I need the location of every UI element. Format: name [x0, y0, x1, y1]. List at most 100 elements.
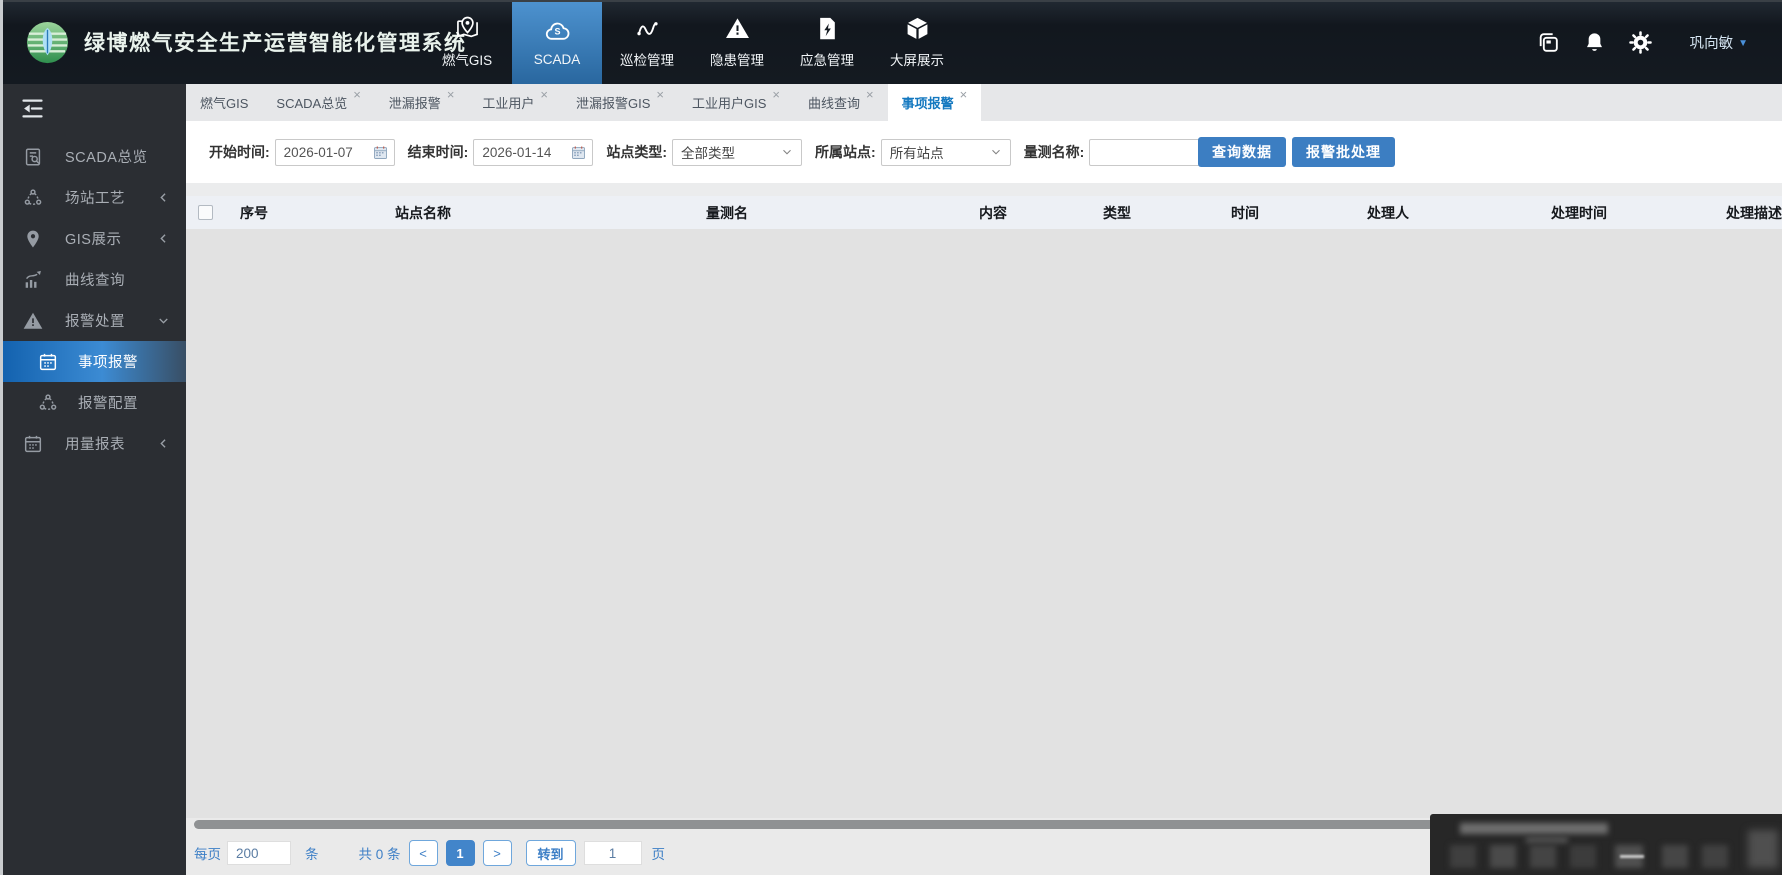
sidebar-item-alarm-handling[interactable]: 报警处置	[0, 300, 186, 341]
main-nav: 燃气GIS S SCADA 巡检管理 隐患管理 应急管理 大屏展示	[422, 0, 962, 84]
redacted-blob	[1748, 830, 1778, 868]
sidebar-item-event-alarm[interactable]: 事项报警	[0, 341, 186, 382]
column-header: 时间	[1231, 204, 1259, 221]
tab-industrial-user-gis[interactable]: 工业用户GIS ×	[678, 84, 794, 121]
station-type-value: 全部类型	[681, 146, 736, 161]
station-label: 所属站点:	[815, 144, 876, 160]
company-logo-icon	[24, 19, 71, 66]
table-header-row: 序号 站点名称 量测名 内容 类型 时间 处理人 处理时间 处理描述	[186, 196, 1782, 229]
sidebar-item-usage-report[interactable]: 用量报表	[0, 423, 186, 464]
app-header: 绿博燃气安全生产运营智能化管理系统 燃气GIS S SCADA 巡检管理 隐患管…	[0, 0, 1782, 84]
chevron-down-icon	[989, 145, 1003, 159]
chart-trend-icon	[22, 269, 44, 291]
filter-bar: 开始时间: 2026-01-07 结束时间: 2026-01-14 站点类型: …	[186, 121, 1782, 183]
station-select[interactable]: 所有站点	[880, 138, 1011, 166]
window-edge-left	[0, 0, 3, 875]
redacted-overlay	[1430, 814, 1782, 875]
doc-bolt-icon	[814, 15, 841, 42]
column-header: 站点名称	[395, 204, 451, 221]
caret-down-icon: ▼	[1738, 37, 1748, 49]
sidebar-menu: SCADA总览 场站工艺 GIS展示 曲线查询 报警处置 事项报警 报警配置 用…	[0, 136, 186, 464]
tab-gas-gis[interactable]: 燃气GIS	[186, 84, 262, 121]
redacted-blob	[1530, 845, 1556, 868]
main-content: 燃气GIS SCADA总览 × 泄漏报警 × 工业用户 × 泄漏报警GIS × …	[186, 84, 1782, 875]
close-icon[interactable]: ×	[353, 87, 361, 102]
per-page-unit: 条	[305, 847, 319, 862]
next-page-button[interactable]: >	[482, 840, 512, 866]
station-value: 所有站点	[889, 146, 944, 161]
column-header: 处理时间	[1551, 204, 1607, 221]
column-header: 处理人	[1367, 204, 1409, 221]
cloud-scada-icon: S	[544, 18, 571, 45]
tab-event-alarm[interactable]: 事项报警 ×	[887, 84, 982, 121]
tab-industrial-user[interactable]: 工业用户 ×	[468, 84, 562, 121]
column-header: 序号	[240, 204, 268, 221]
end-date-value: 2026-01-14	[482, 144, 552, 160]
end-date-input[interactable]: 2026-01-14	[473, 138, 594, 166]
chevron-down-icon	[156, 313, 171, 328]
prev-page-button[interactable]: <	[408, 840, 438, 866]
nav-item-gas-gis[interactable]: 燃气GIS	[422, 0, 512, 84]
calendar-icon[interactable]	[372, 144, 389, 161]
nav-item-hazard[interactable]: 隐患管理	[692, 0, 782, 84]
close-icon[interactable]: ×	[656, 87, 664, 102]
tab-leak-alarm[interactable]: 泄漏报警 ×	[375, 84, 469, 121]
goto-page-input[interactable]	[583, 841, 642, 865]
chevron-left-icon	[156, 436, 171, 451]
pagination: 每页 条 共 0 条 < 1 > 转到 页	[194, 840, 665, 866]
redacted-blob	[1450, 845, 1476, 868]
sidebar-collapse-button[interactable]	[19, 95, 46, 122]
measure-name-input[interactable]	[1089, 138, 1212, 166]
nav-item-big-screen[interactable]: 大屏展示	[872, 0, 962, 84]
bell-icon[interactable]	[1582, 30, 1607, 55]
route-wave-icon	[634, 15, 661, 42]
user-menu[interactable]: 巩向敏 ▼	[1690, 32, 1748, 53]
nav-item-inspection[interactable]: 巡检管理	[602, 0, 692, 84]
close-icon[interactable]: ×	[866, 87, 874, 102]
open-tabs-bar: 燃气GIS SCADA总览 × 泄漏报警 × 工业用户 × 泄漏报警GIS × …	[186, 84, 1782, 121]
redacted-blob	[1570, 845, 1596, 868]
app-title: 绿博燃气安全生产运营智能化管理系统	[84, 32, 467, 55]
sidebar: SCADA总览 场站工艺 GIS展示 曲线查询 报警处置 事项报警 报警配置 用…	[0, 84, 186, 875]
column-header: 处理描述	[1726, 204, 1782, 221]
redacted-blob	[1526, 837, 1568, 843]
header-actions: 巩向敏 ▼	[1536, 0, 1782, 84]
per-page-label: 每页	[194, 847, 221, 862]
alarm-batch-button[interactable]: 报警批处理	[1292, 137, 1395, 167]
tab-scada-overview[interactable]: SCADA总览 ×	[262, 84, 374, 121]
doc-search-icon	[22, 146, 44, 168]
cube-icon	[904, 15, 931, 42]
close-icon[interactable]: ×	[540, 87, 548, 102]
tab-curve-query[interactable]: 曲线查询 ×	[794, 84, 888, 121]
calendar-icon[interactable]	[570, 144, 587, 161]
close-icon[interactable]: ×	[772, 87, 780, 102]
column-header: 内容	[979, 204, 1007, 221]
window-stack-icon[interactable]	[1536, 30, 1561, 55]
close-icon[interactable]: ×	[960, 87, 968, 102]
warning-triangle-icon	[22, 310, 44, 332]
chevron-down-icon	[780, 145, 794, 159]
start-date-input[interactable]: 2026-01-07	[274, 138, 395, 166]
warning-triangle-icon	[724, 15, 751, 42]
goto-page-button[interactable]: 转到	[525, 840, 576, 866]
redacted-blob	[1702, 845, 1728, 868]
share-nodes-icon	[22, 187, 44, 209]
sidebar-item-curve-query[interactable]: 曲线查询	[0, 259, 186, 300]
select-all-checkbox[interactable]	[198, 205, 213, 220]
sidebar-item-station-process[interactable]: 场站工艺	[0, 177, 186, 218]
sidebar-item-alarm-config[interactable]: 报警配置	[0, 382, 186, 423]
tab-leak-alarm-gis[interactable]: 泄漏报警GIS ×	[562, 84, 678, 121]
per-page-input[interactable]	[227, 841, 291, 865]
nav-item-emergency[interactable]: 应急管理	[782, 0, 872, 84]
sidebar-item-gis-display[interactable]: GIS展示	[0, 218, 186, 259]
query-data-button[interactable]: 查询数据	[1198, 137, 1286, 167]
chevron-left-icon	[156, 190, 171, 205]
station-type-select[interactable]: 全部类型	[672, 138, 803, 166]
start-date-value: 2026-01-07	[283, 144, 353, 160]
gear-icon[interactable]	[1628, 30, 1653, 55]
nav-item-scada[interactable]: S SCADA	[512, 0, 602, 84]
page-1-button[interactable]: 1	[445, 840, 475, 866]
close-icon[interactable]: ×	[447, 87, 455, 102]
calendar-icon	[22, 433, 44, 455]
sidebar-item-scada-overview[interactable]: SCADA总览	[0, 136, 186, 177]
